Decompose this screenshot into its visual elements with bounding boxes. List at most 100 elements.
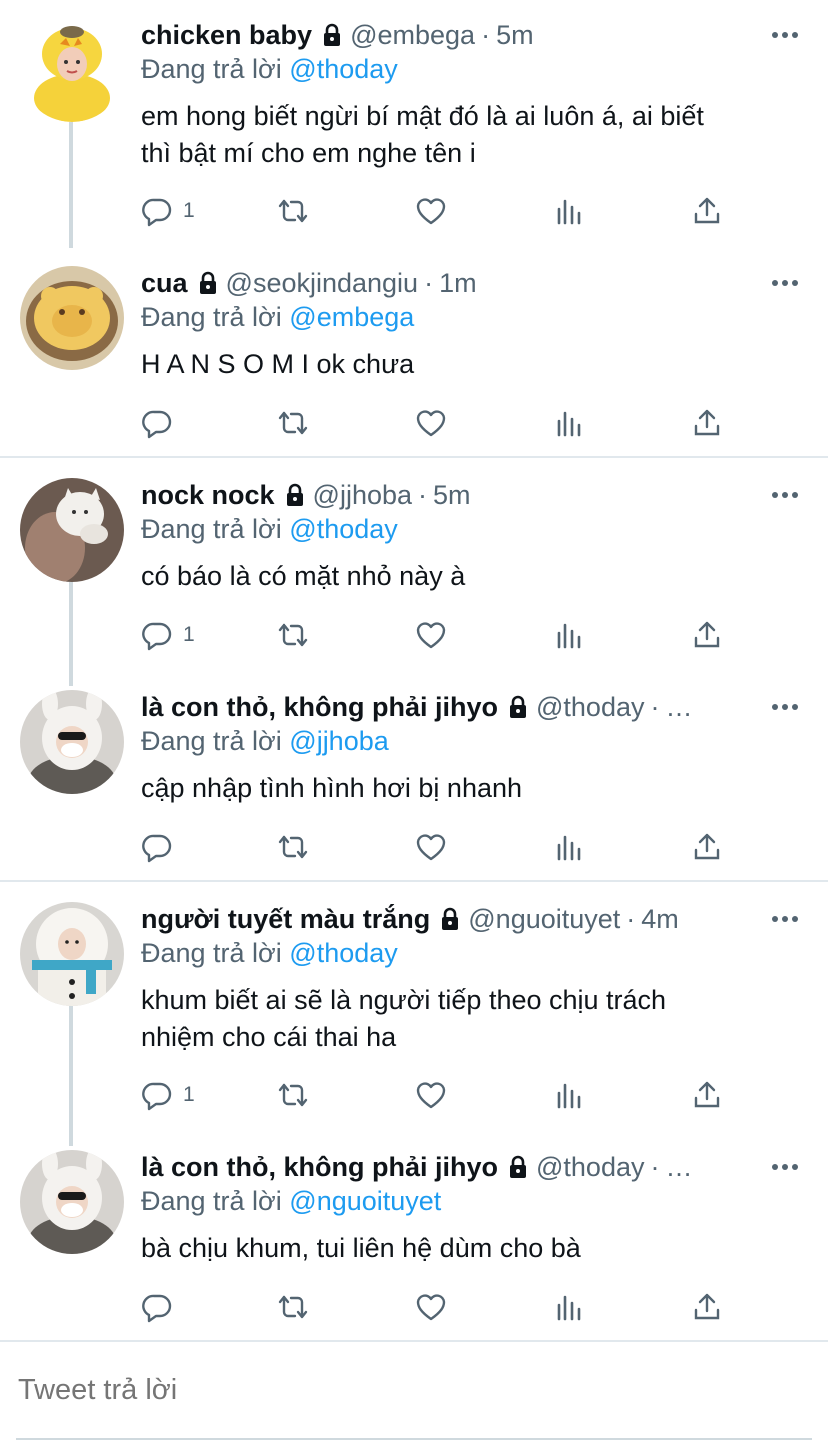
tweet-text-line: nhiệm cho cái thai ha bbox=[141, 1022, 397, 1052]
user-handle[interactable]: @thoday bbox=[536, 1152, 644, 1182]
reply-button[interactable]: 1 bbox=[141, 1078, 195, 1112]
more-options-icon[interactable] bbox=[772, 696, 800, 720]
avatar-bunny[interactable] bbox=[20, 690, 124, 794]
reply-button[interactable] bbox=[141, 830, 183, 864]
like-button[interactable] bbox=[415, 194, 447, 228]
share-button[interactable] bbox=[691, 1078, 723, 1112]
reply-input[interactable] bbox=[18, 1374, 798, 1407]
share-icon bbox=[694, 1293, 720, 1320]
user-handle[interactable]: @embega bbox=[350, 20, 475, 50]
retweet-button[interactable] bbox=[277, 618, 309, 652]
like-button[interactable] bbox=[415, 618, 447, 652]
thread-divider bbox=[0, 880, 828, 882]
share-icon bbox=[694, 833, 720, 860]
user-handle[interactable]: @jjhoba bbox=[313, 480, 412, 510]
reply-icon bbox=[142, 1082, 172, 1111]
reply-button[interactable]: 1 bbox=[141, 194, 195, 228]
tweet-2[interactable]: nock nock @jjhoba · 5m Đang trả lời @thoday… bbox=[0, 478, 828, 710]
tweet-text-line: thì bật mí cho em nghe tên i bbox=[141, 138, 476, 168]
tweet-header: chicken baby @embega · 5m bbox=[141, 18, 804, 52]
like-button[interactable] bbox=[415, 1078, 447, 1112]
more-options-icon[interactable] bbox=[772, 908, 800, 932]
more-options-icon[interactable] bbox=[772, 24, 800, 48]
replying-to-label: Đang trả lời bbox=[141, 302, 282, 332]
mention-link[interactable]: @jjhoba bbox=[289, 726, 388, 756]
share-icon bbox=[694, 1081, 720, 1108]
like-button[interactable] bbox=[415, 830, 447, 864]
analytics-icon bbox=[557, 411, 581, 437]
tweet-3[interactable]: là con thỏ, không phải jihyo @thoday ·… Đa… bbox=[0, 690, 828, 870]
retweet-button[interactable] bbox=[277, 1078, 309, 1112]
display-name[interactable]: chicken baby bbox=[141, 20, 312, 50]
display-name[interactable]: nock nock bbox=[141, 480, 275, 510]
display-name[interactable]: người tuyết màu trắng bbox=[141, 904, 430, 934]
replying-to-label: Đang trả lời bbox=[141, 938, 282, 968]
analytics-button[interactable] bbox=[553, 618, 585, 652]
like-button[interactable] bbox=[415, 406, 447, 440]
share-button[interactable] bbox=[691, 406, 723, 440]
analytics-icon bbox=[557, 1083, 581, 1109]
reply-count: 1 bbox=[183, 623, 195, 646]
more-options-icon[interactable] bbox=[772, 272, 800, 296]
retweet-button[interactable] bbox=[277, 406, 309, 440]
timestamp[interactable]: … bbox=[665, 1152, 692, 1182]
mention-link[interactable]: @thoday bbox=[289, 938, 397, 968]
timestamp[interactable]: 5m bbox=[433, 480, 471, 510]
display-name[interactable]: cua bbox=[141, 268, 188, 298]
analytics-button[interactable] bbox=[553, 1290, 585, 1324]
mention-link[interactable]: @thoday bbox=[289, 54, 397, 84]
tweet-header: là con thỏ, không phải jihyo @thoday ·… bbox=[141, 690, 804, 724]
replying-to: Đang trả lời @embega bbox=[141, 300, 414, 334]
tweet-text: cập nhập tình hình hơi bị nhanh bbox=[141, 770, 800, 807]
mention-link[interactable]: @nguoituyet bbox=[289, 1186, 441, 1216]
tweet-5[interactable]: là con thỏ, không phải jihyo @thoday ·… Đa… bbox=[0, 1150, 828, 1330]
user-handle[interactable]: @seokjindangiu bbox=[226, 268, 419, 298]
more-options-icon[interactable] bbox=[772, 484, 800, 508]
analytics-button[interactable] bbox=[553, 1078, 585, 1112]
share-button[interactable] bbox=[691, 830, 723, 864]
replying-to: Đang trả lời @jjhoba bbox=[141, 724, 389, 758]
timestamp[interactable]: 1m bbox=[439, 268, 477, 298]
reply-button[interactable] bbox=[141, 1290, 183, 1324]
timestamp[interactable]: 4m bbox=[641, 904, 679, 934]
tweet-text: khum biết ai sẽ là người tiếp theo chịu … bbox=[141, 982, 800, 1056]
mention-link[interactable]: @embega bbox=[289, 302, 414, 332]
display-name[interactable]: là con thỏ, không phải jihyo bbox=[141, 692, 498, 722]
replying-to: Đang trả lời @thoday bbox=[141, 52, 398, 86]
heart-icon bbox=[416, 622, 446, 649]
share-icon bbox=[694, 409, 720, 436]
user-handle[interactable]: @thoday bbox=[536, 692, 644, 722]
reply-composer bbox=[0, 1344, 828, 1440]
timestamp[interactable]: 5m bbox=[496, 20, 534, 50]
avatar-crab[interactable] bbox=[20, 266, 124, 370]
mention-link[interactable]: @thoday bbox=[289, 514, 397, 544]
timestamp[interactable]: … bbox=[665, 692, 692, 722]
reply-count: 1 bbox=[183, 1083, 195, 1106]
avatar-chick[interactable] bbox=[20, 18, 124, 122]
more-options-icon[interactable] bbox=[772, 1156, 800, 1180]
tweet-1[interactable]: cua @seokjindangiu · 1m Đang trả lời @embeg… bbox=[0, 266, 828, 446]
share-button[interactable] bbox=[691, 618, 723, 652]
share-button[interactable] bbox=[691, 1290, 723, 1324]
avatar-cat[interactable] bbox=[20, 478, 124, 582]
tweet-0[interactable]: chicken baby @embega · 5m Đang trả lời @tho… bbox=[0, 18, 828, 250]
avatar-bunny[interactable] bbox=[20, 1150, 124, 1254]
thread-line bbox=[69, 1006, 73, 1146]
like-button[interactable] bbox=[415, 1290, 447, 1324]
retweet-button[interactable] bbox=[277, 194, 309, 228]
avatar-snowman[interactable] bbox=[20, 902, 124, 1006]
retweet-button[interactable] bbox=[277, 1290, 309, 1324]
analytics-button[interactable] bbox=[553, 194, 585, 228]
tweet-actions bbox=[141, 1290, 741, 1324]
retweet-button[interactable] bbox=[277, 830, 309, 864]
lock-icon bbox=[196, 269, 220, 300]
user-handle[interactable]: @nguoituyet bbox=[468, 904, 620, 934]
reply-button[interactable] bbox=[141, 406, 183, 440]
share-button[interactable] bbox=[691, 194, 723, 228]
analytics-button[interactable] bbox=[553, 406, 585, 440]
thread-line bbox=[69, 582, 73, 686]
reply-button[interactable]: 1 bbox=[141, 618, 195, 652]
tweet-4[interactable]: người tuyết màu trắng @nguoituyet · 4m Đang… bbox=[0, 902, 828, 1146]
analytics-button[interactable] bbox=[553, 830, 585, 864]
display-name[interactable]: là con thỏ, không phải jihyo bbox=[141, 1152, 498, 1182]
